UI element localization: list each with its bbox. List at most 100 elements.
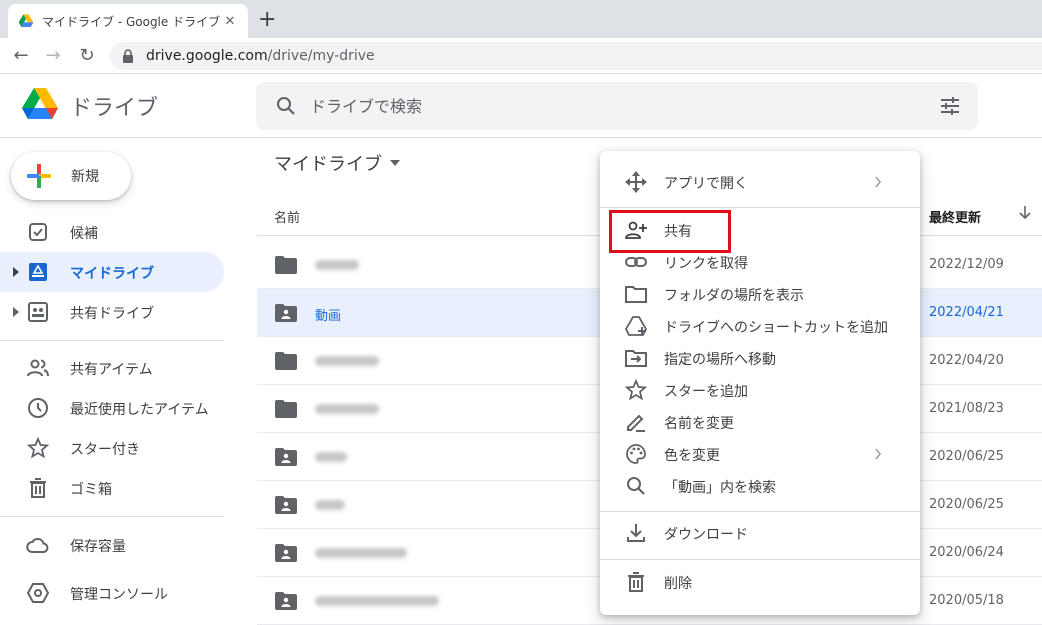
column-modified-header[interactable]: 最終更新 [929,207,981,226]
modified-date: 2021/08/23 [929,401,1004,416]
address-bar-row: ← → ↻ drive.google.com/drive/my-drive [0,38,1042,74]
new-button-label: 新規 [71,169,99,185]
clock-icon [28,398,48,418]
redacted-name [315,404,379,414]
back-icon[interactable]: ← [10,45,32,67]
redacted-name [315,548,407,558]
folder-title-button[interactable]: マイドライブ [274,150,400,176]
drive-logo-icon[interactable] [22,88,58,120]
search-bar [256,82,978,130]
menu-item-download[interactable]: ダウンロード [600,517,920,549]
sidebar-item-shared-with-me[interactable]: 共有アイテム [0,348,224,388]
modified-date: 2022/04/20 [929,353,1004,368]
sidebar-item-admin-console[interactable]: 管理コンソール [0,573,224,613]
close-tab-icon[interactable]: ✕ [222,14,238,29]
trash-icon [628,572,644,592]
download-icon [627,524,645,542]
shared-folder-icon [275,496,297,514]
people-icon [27,359,49,377]
shared-folder-icon [275,304,297,322]
search-icon [627,477,645,495]
menu-item-add-shortcut[interactable]: ドライブへのショートカットを追加 [600,310,920,342]
menu-item-change-color[interactable]: 色を変更 [600,438,920,470]
sort-arrow-down-icon[interactable] [1017,204,1033,220]
expand-arrow-icon[interactable] [12,266,20,278]
redacted-name [315,452,347,462]
menu-item-show-folder-location[interactable]: フォルダの場所を表示 [600,278,920,310]
menu-item-label: ドライブへのショートカットを追加 [664,320,888,336]
menu-item-label: 削除 [664,576,692,592]
sidebar-item-label: マイドライブ [70,266,154,282]
menu-divider [600,559,920,560]
forward-icon[interactable]: → [42,45,64,67]
folder-icon [275,256,297,274]
file-name: 動画 [315,309,342,324]
shared-folder-icon [275,544,297,562]
redacted-name [315,596,439,606]
menu-item-label: フォルダの場所を表示 [664,288,804,304]
star-icon [26,436,50,459]
chevron-right-icon [875,176,882,188]
chevron-right-icon [875,448,882,460]
menu-divider [600,207,920,208]
menu-divider [600,511,920,512]
sidebar-item-suggested[interactable]: 候補 [0,212,224,252]
modified-date: 2020/06/25 [929,497,1004,512]
new-button[interactable]: 新規 [11,152,131,200]
drive-favicon-icon [18,14,34,27]
browser-tab[interactable]: マイドライブ - Google ドライブ ✕ [8,4,248,38]
menu-item-label: 色を変更 [664,448,720,464]
menu-item-label: 「動画」内を検索 [664,480,776,496]
modified-date: 2020/06/24 [929,545,1004,560]
plus-icon [27,164,51,188]
app-brand: ドライブ [70,96,159,121]
menu-item-add-star[interactable]: スターを追加 [600,374,920,406]
new-tab-button[interactable]: + [258,8,276,32]
search-input[interactable] [310,96,938,116]
sidebar-item-my-drive[interactable]: マイドライブ [0,252,224,292]
redacted-name [315,356,379,366]
menu-item-rename[interactable]: 名前を変更 [600,406,920,438]
url-host: drive.google.com [146,48,268,64]
search-icon[interactable] [274,94,298,118]
folder-icon [275,400,297,418]
modified-date: 2022/12/09 [929,257,1004,272]
menu-item-move-to[interactable]: 指定の場所へ移動 [600,342,920,374]
app-header: ドライブ [0,74,1042,138]
menu-item-label: アプリで開く [664,176,748,192]
sidebar-item-recent[interactable]: 最近使用したアイテム [0,388,224,428]
menu-item-label: スターを追加 [664,384,748,400]
star-outline-icon [624,378,648,401]
lock-icon [123,49,133,63]
move-to-icon [625,350,647,367]
redacted-name [315,260,359,270]
menu-item-open-with[interactable]: アプリで開く [600,166,920,198]
sidebar-item-shared-drives[interactable]: 共有ドライブ [0,292,224,332]
sidebar-item-label: 共有ドライブ [70,306,154,322]
highlight-box [609,210,731,253]
sidebar-item-label: 候補 [70,226,98,242]
menu-item-delete[interactable]: 削除 [600,566,920,598]
suggested-icon [29,223,47,241]
sidebar-item-starred[interactable]: スター付き [0,428,224,468]
caret-down-icon [390,160,400,166]
menu-item-label: 名前を変更 [664,416,734,432]
tab-title: マイドライブ - Google ドライブ [42,14,221,29]
column-name-header[interactable]: 名前 [274,207,300,226]
cloud-icon [26,538,49,553]
url-bar[interactable]: drive.google.com/drive/my-drive [110,42,1042,70]
folder-icon [275,352,297,370]
url-path: /drive/my-drive [267,48,375,64]
menu-item-label: ダウンロード [664,527,748,543]
sidebar-item-label: 保存容量 [70,539,126,555]
sidebar-item-trash[interactable]: ゴミ箱 [0,468,224,508]
menu-item-search-within[interactable]: 「動画」内を検索 [600,470,920,502]
reload-icon[interactable]: ↻ [76,45,98,67]
shared-folder-icon [275,592,297,610]
sidebar-item-label: 最近使用したアイテム [70,402,209,418]
sidebar-divider [0,516,224,517]
sidebar-item-label: 共有アイテム [70,362,153,378]
sidebar-item-storage[interactable]: 保存容量 [0,525,224,565]
expand-arrow-icon[interactable] [12,306,20,318]
search-options-icon[interactable] [938,94,962,118]
